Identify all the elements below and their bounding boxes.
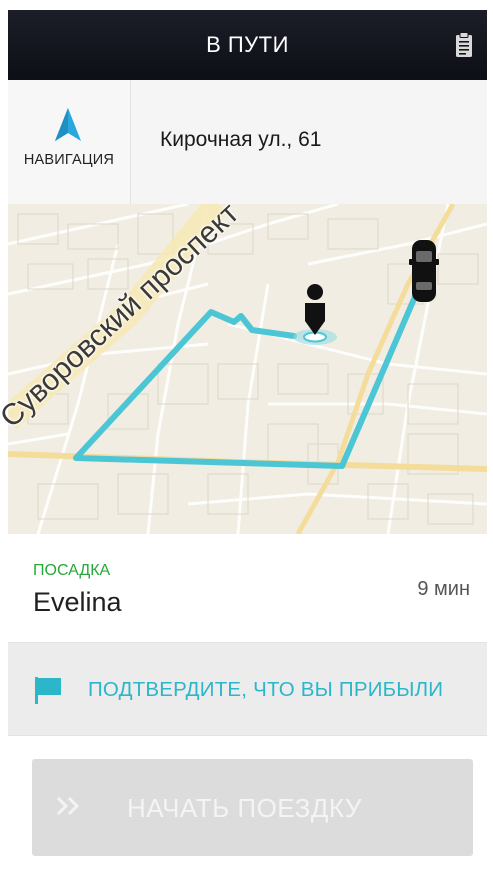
pickup-panel: ПОСАДКА Evelina 9 мин <box>8 534 487 643</box>
top-bar: В ПУТИ <box>8 10 487 80</box>
rider-name: Evelina <box>33 587 122 617</box>
header-title: В ПУТИ <box>206 32 289 57</box>
start-trip-label: НАЧАТЬ ПОЕЗДКУ <box>127 793 362 823</box>
destination-address: Кирочная ул., 61 <box>160 128 322 151</box>
clipboard-icon[interactable] <box>455 32 473 58</box>
flag-icon <box>35 677 61 704</box>
screen: В ПУТИ НАВИГАЦИЯ Кирочная ул., 61 Суворо… <box>0 0 493 875</box>
navigation-button[interactable]: НАВИГАЦИЯ <box>8 80 131 204</box>
eta-text: 9 мин <box>417 578 470 600</box>
confirm-arrival-button[interactable]: ПОДТВЕРДИТЕ, ЧТО ВЫ ПРИБЫЛИ <box>8 643 487 736</box>
car-icon <box>409 240 439 302</box>
double-chevron-icon <box>56 796 80 816</box>
navigation-label: НАВИГАЦИЯ <box>23 152 115 168</box>
rider-pin-icon <box>293 284 337 345</box>
navigation-bar: НАВИГАЦИЯ Кирочная ул., 61 <box>8 80 487 205</box>
navigation-arrow-icon <box>55 108 81 141</box>
confirm-arrival-label: ПОДТВЕРДИТЕ, ЧТО ВЫ ПРИБЫЛИ <box>88 678 444 701</box>
pickup-label: ПОСАДКА <box>33 562 111 579</box>
bottom-panel: НАЧАТЬ ПОЕЗДКУ <box>8 736 487 875</box>
start-trip-button[interactable]: НАЧАТЬ ПОЕЗДКУ <box>32 759 473 856</box>
